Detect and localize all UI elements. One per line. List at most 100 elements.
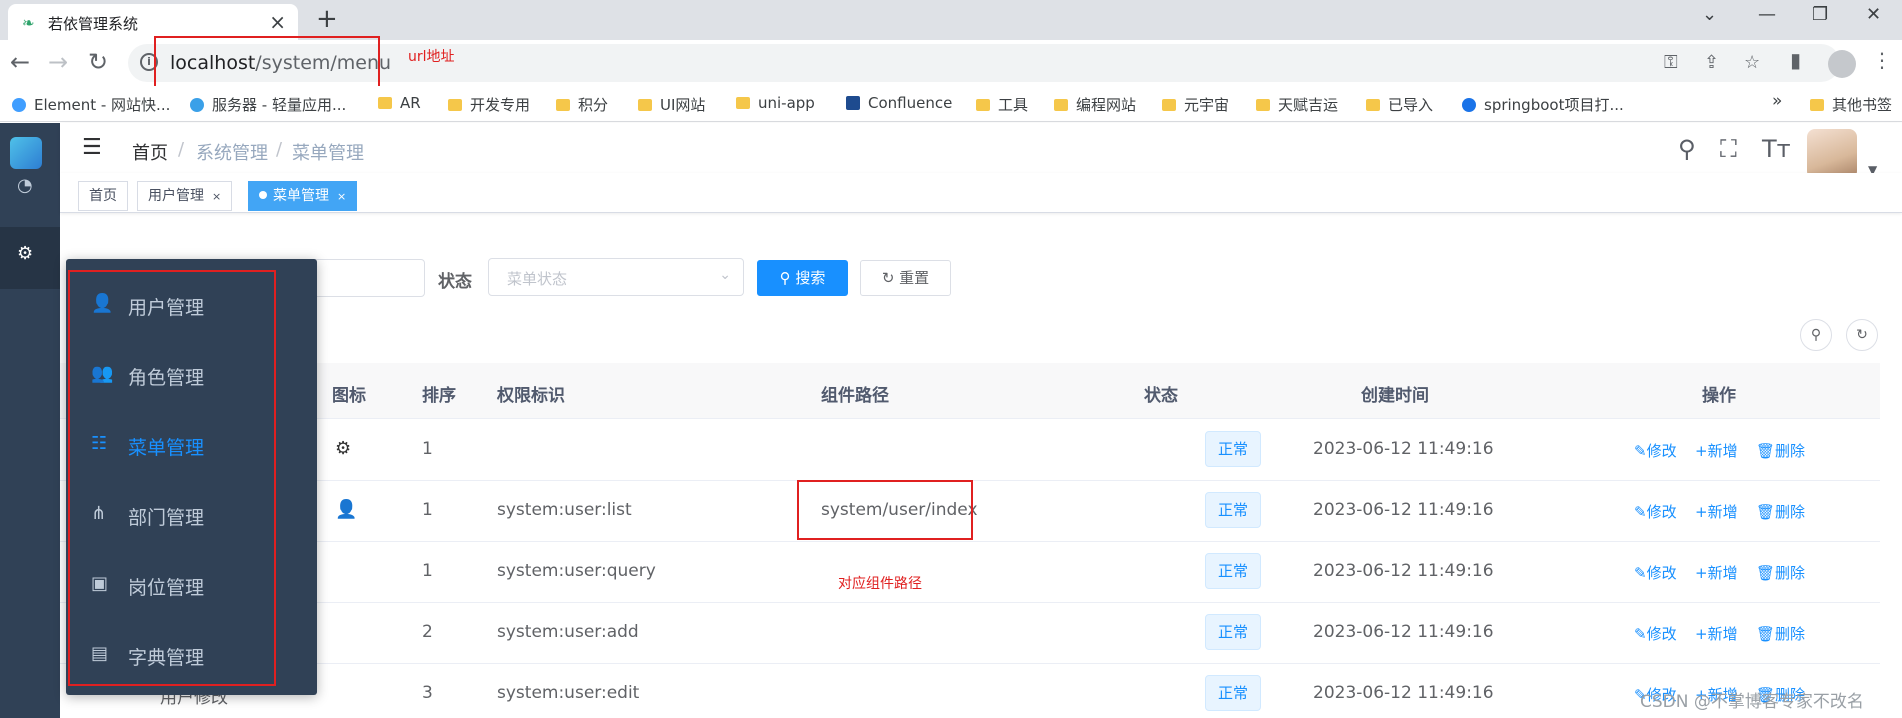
bookmark-element[interactable]: Element - 网站快... <box>12 94 170 115</box>
th-sort: 排序 <box>422 386 456 406</box>
search-button[interactable]: ⚲ 搜索 <box>757 260 848 296</box>
folder-icon <box>556 99 570 111</box>
browser-tab[interactable]: ❧ 若依管理系统 × <box>8 4 298 40</box>
breadcrumb-sep: / <box>178 139 185 160</box>
status-select[interactable]: 菜单状态 ⌄ <box>488 258 744 296</box>
tab-search-chevron-icon[interactable]: ⌄ <box>1702 4 1717 25</box>
th-icon: 图标 <box>332 386 366 406</box>
restore-icon[interactable]: ❐ <box>1812 4 1828 25</box>
bookmark-imported[interactable]: 已导入 <box>1366 94 1433 115</box>
th-perm: 权限标识 <box>497 386 565 406</box>
close-tab-icon[interactable]: × <box>269 10 286 34</box>
cell-created: 2023-06-12 11:49:16 <box>1313 622 1494 642</box>
table-header: 图标 排序 权限标识 组件路径 状态 创建时间 操作 <box>60 363 1880 419</box>
bookmark-star-icon[interactable]: ☆ <box>1744 52 1760 73</box>
annotation-url-box <box>154 36 380 88</box>
toggle-search-button[interactable]: ⚲ <box>1800 319 1832 351</box>
status-badge: 正常 <box>1205 614 1261 650</box>
tags-view: 首页 用户管理 × 菜单管理 × <box>60 173 1902 213</box>
browser-tab-title: 若依管理系统 <box>48 15 139 33</box>
chevron-down-icon: ⌄ <box>719 267 731 283</box>
bookmark-fortune[interactable]: 天赋吉运 <box>1256 94 1338 115</box>
annotation-menu-box <box>68 270 276 686</box>
add-link[interactable]: +新增 <box>1695 440 1738 461</box>
bookmark-tools[interactable]: 工具 <box>976 94 1028 115</box>
bookmark-server[interactable]: 服务器 - 轻量应用... <box>190 94 346 115</box>
chrome-profile-avatar[interactable] <box>1828 50 1856 78</box>
browser-tabstrip: ❧ 若依管理系统 × + ⌄ — ❐ ✕ <box>0 0 1902 40</box>
forward-icon[interactable]: → <box>48 48 68 76</box>
cell-created: 2023-06-12 11:49:16 <box>1313 683 1494 703</box>
window-close-icon[interactable]: ✕ <box>1866 4 1881 25</box>
bookmark-ar[interactable]: AR <box>378 94 421 112</box>
bookmark-ui[interactable]: UI网站 <box>638 94 705 115</box>
tag-home[interactable]: 首页 <box>78 181 128 211</box>
bookmark-points[interactable]: 积分 <box>556 94 608 115</box>
minimize-icon[interactable]: — <box>1758 4 1776 25</box>
system-gear-icon[interactable]: ⚙ <box>17 243 33 264</box>
springboot-icon <box>1462 98 1476 112</box>
avatar[interactable] <box>1807 129 1857 179</box>
add-link[interactable]: +新增 <box>1695 623 1738 644</box>
status-badge: 正常 <box>1205 492 1261 528</box>
add-link[interactable]: +新增 <box>1695 501 1738 522</box>
search-icon[interactable]: ⚲ <box>1678 135 1696 163</box>
cell-perm: system:user:query <box>497 561 656 581</box>
tag-menu-manage[interactable]: 菜单管理 × <box>248 181 358 211</box>
edit-link[interactable]: ✎修改 <box>1634 623 1677 644</box>
cell-perm: system:user:edit <box>497 683 640 703</box>
more-bookmarks-icon[interactable]: » <box>1772 91 1782 111</box>
element-icon <box>12 98 26 112</box>
bookmark-springboot[interactable]: springboot项目打... <box>1462 94 1624 115</box>
bookmark-confluence[interactable]: Confluence <box>846 94 952 112</box>
close-icon[interactable]: × <box>212 190 221 203</box>
bookmark-dev[interactable]: 开发专用 <box>448 94 530 115</box>
new-tab-button[interactable]: + <box>316 4 338 34</box>
delete-link[interactable]: 🗑删除 <box>1756 440 1805 461</box>
refresh-button[interactable]: ↻ <box>1846 319 1878 351</box>
status-label: 状态 <box>438 272 472 292</box>
hamburger-icon[interactable]: ☰ <box>82 135 102 160</box>
annotation-component-box <box>797 480 973 540</box>
cell-sort: 1 <box>422 439 433 459</box>
logo-icon <box>10 137 42 169</box>
font-size-icon[interactable]: Tт <box>1762 135 1791 163</box>
fullscreen-icon[interactable]: ⛶ <box>1720 135 1737 163</box>
confluence-icon <box>846 96 860 110</box>
edit-link[interactable]: ✎修改 <box>1634 562 1677 583</box>
bookmark-uniapp[interactable]: uni-app <box>736 94 815 112</box>
th-created: 创建时间 <box>1361 386 1429 406</box>
cell-created: 2023-06-12 11:49:16 <box>1313 500 1494 520</box>
cell-sort: 1 <box>422 500 433 520</box>
reset-button[interactable]: ↻ 重置 <box>860 260 951 296</box>
side-panel-icon[interactable]: ▮ <box>1790 48 1801 72</box>
folder-icon <box>1366 99 1380 111</box>
bookmark-other[interactable]: 其他书签 <box>1810 94 1892 115</box>
folder-icon <box>448 99 462 111</box>
status-badge: 正常 <box>1205 675 1261 711</box>
delete-link[interactable]: 🗑删除 <box>1756 562 1805 583</box>
delete-link[interactable]: 🗑删除 <box>1756 623 1805 644</box>
delete-link[interactable]: 🗑删除 <box>1756 501 1805 522</box>
tag-user-manage[interactable]: 用户管理 × <box>137 181 233 211</box>
edit-link[interactable]: ✎修改 <box>1634 501 1677 522</box>
cell-perm: system:user:list <box>497 500 632 520</box>
breadcrumb-menu: 菜单管理 <box>292 143 364 164</box>
close-icon[interactable]: × <box>337 190 346 203</box>
folder-icon <box>1054 99 1068 111</box>
status-placeholder: 菜单状态 <box>507 270 568 288</box>
address-bar[interactable]: i localhost/system/menu ⚿ ⇪ ☆ <box>128 44 1840 82</box>
add-link[interactable]: +新增 <box>1695 562 1738 583</box>
edit-link[interactable]: ✎修改 <box>1634 440 1677 461</box>
breadcrumb-home[interactable]: 首页 <box>132 139 168 165</box>
key-icon[interactable]: ⚿ <box>1664 52 1678 73</box>
bookmark-metaverse[interactable]: 元宇宙 <box>1162 94 1229 115</box>
back-icon[interactable]: ← <box>10 48 30 76</box>
bookmark-coding[interactable]: 编程网站 <box>1054 94 1136 115</box>
reload-icon[interactable]: ↻ <box>88 48 108 76</box>
cell-perm: system:user:add <box>497 622 639 642</box>
dashboard-icon[interactable]: ◔ <box>17 175 33 196</box>
share-icon[interactable]: ⇪ <box>1704 52 1719 73</box>
cell-created: 2023-06-12 11:49:16 <box>1313 561 1494 581</box>
chrome-menu-icon[interactable]: ⋮ <box>1872 48 1892 72</box>
